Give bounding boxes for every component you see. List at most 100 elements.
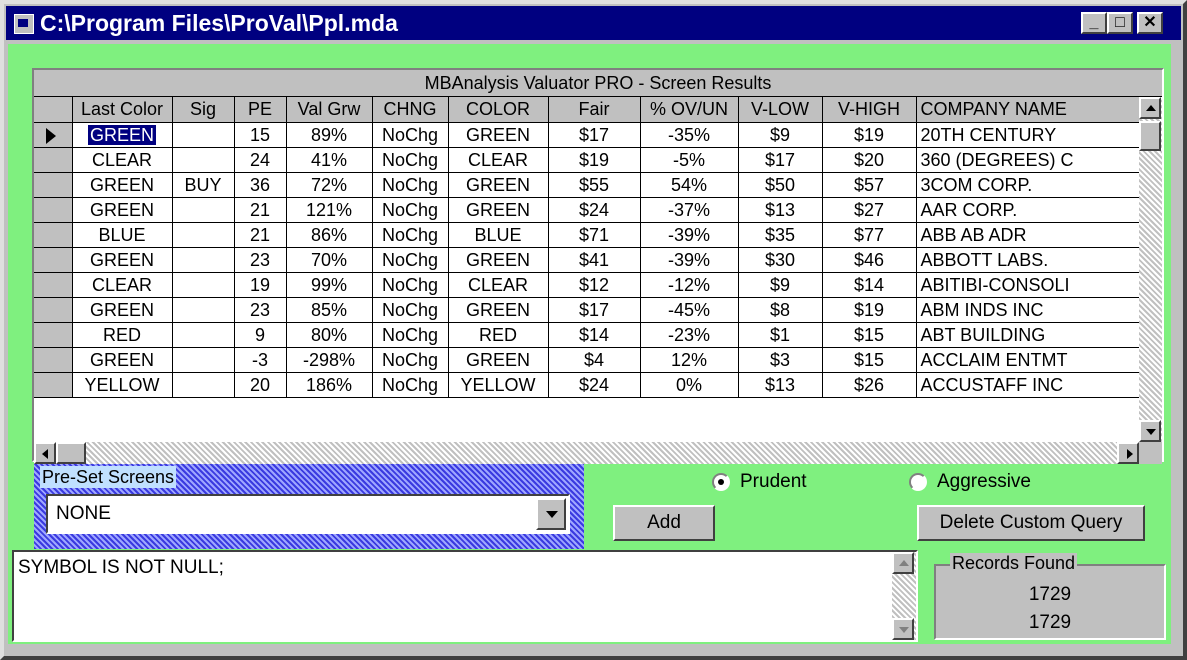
table-cell[interactable]: $71 — [548, 222, 641, 248]
table-cell[interactable] — [172, 247, 235, 273]
table-cell[interactable] — [172, 197, 235, 223]
table-cell[interactable]: GREEN — [72, 247, 173, 273]
add-button[interactable]: Add — [613, 505, 715, 541]
table-cell[interactable]: GREEN — [448, 347, 549, 373]
table-cell[interactable]: GREEN — [448, 297, 549, 323]
column-header[interactable]: Val Grw — [286, 97, 373, 123]
table-cell[interactable]: $4 — [548, 347, 641, 373]
table-cell[interactable]: 99% — [286, 272, 373, 298]
prudent-radio[interactable] — [712, 473, 730, 491]
table-cell[interactable]: 186% — [286, 372, 373, 398]
table-cell[interactable]: $19 — [548, 147, 641, 173]
table-cell[interactable]: GREEN — [448, 172, 549, 198]
table-row[interactable]: GREEN BUY 36 72% NoChg GREEN $55 54% $50 $57 3COM … — [34, 171, 1140, 198]
table-cell[interactable]: -5% — [640, 147, 739, 173]
delete-custom-query-button[interactable]: Delete Custom Query — [917, 505, 1145, 541]
title-bar[interactable]: C:\Program Files\ProVal\Ppl.mda _ □ ✕ — [6, 6, 1181, 40]
table-cell[interactable]: $24 — [548, 372, 641, 398]
table-cell[interactable]: -39% — [640, 247, 739, 273]
table-cell[interactable]: NoChg — [372, 147, 449, 173]
table-cell[interactable]: $20 — [822, 147, 917, 173]
table-cell[interactable]: ABM INDS INC — [916, 297, 1140, 323]
table-row[interactable]: GREEN -3 -298% NoChg GREEN $4 12% $3 $15 ACCLAIM … — [34, 346, 1140, 373]
table-cell[interactable]: GREEN — [448, 247, 549, 273]
table-cell[interactable]: 41% — [286, 147, 373, 173]
table-cell[interactable]: $15 — [822, 347, 917, 373]
table-cell[interactable]: NoChg — [372, 322, 449, 348]
table-cell[interactable]: GREEN — [72, 122, 173, 148]
table-cell[interactable]: 20TH CENTURY — [916, 122, 1140, 148]
table-cell[interactable]: NoChg — [372, 197, 449, 223]
table-cell[interactable]: $27 — [822, 197, 917, 223]
column-header[interactable]: PE — [234, 97, 287, 123]
table-cell[interactable]: 23 — [234, 297, 287, 323]
table-cell[interactable]: YELLOW — [448, 372, 549, 398]
table-cell[interactable] — [172, 147, 235, 173]
table-cell[interactable]: $1 — [738, 322, 823, 348]
scroll-left-button[interactable] — [34, 442, 56, 464]
table-cell[interactable]: GREEN — [72, 197, 173, 223]
table-cell[interactable]: -3 — [234, 347, 287, 373]
table-cell[interactable]: $26 — [822, 372, 917, 398]
table-cell[interactable]: 19 — [234, 272, 287, 298]
table-cell[interactable]: 80% — [286, 322, 373, 348]
table-cell[interactable]: ACCLAIM ENTMT — [916, 347, 1140, 373]
table-cell[interactable]: $17 — [548, 122, 641, 148]
table-row[interactable]: CLEAR 24 41% NoChg CLEAR $19 -5% $17 $20 360 (DEG… — [34, 146, 1140, 173]
table-cell[interactable]: 360 (DEGREES) C — [916, 147, 1140, 173]
table-cell[interactable]: -37% — [640, 197, 739, 223]
table-cell[interactable]: -39% — [640, 222, 739, 248]
table-cell[interactable] — [172, 222, 235, 248]
table-cell[interactable]: ABT BUILDING — [916, 322, 1140, 348]
scroll-down-button[interactable] — [1139, 420, 1161, 442]
table-cell[interactable] — [172, 122, 235, 148]
column-header[interactable]: Fair — [548, 97, 641, 123]
table-cell[interactable]: $19 — [822, 297, 917, 323]
table-cell[interactable]: -12% — [640, 272, 739, 298]
table-cell[interactable] — [172, 347, 235, 373]
table-cell[interactable]: 23 — [234, 247, 287, 273]
table-cell[interactable]: $57 — [822, 172, 917, 198]
column-header[interactable]: CHNG — [372, 97, 449, 123]
table-cell[interactable]: $14 — [548, 322, 641, 348]
presets-dropdown[interactable]: NONE — [46, 494, 570, 534]
row-selector[interactable] — [34, 296, 73, 323]
table-cell[interactable]: $41 — [548, 247, 641, 273]
table-cell[interactable]: $8 — [738, 297, 823, 323]
table-cell[interactable]: ABB AB ADR — [916, 222, 1140, 248]
table-cell[interactable]: NoChg — [372, 222, 449, 248]
grid-vertical-scrollbar[interactable] — [1139, 97, 1162, 442]
table-cell[interactable] — [172, 272, 235, 298]
scroll-up-button[interactable] — [1139, 97, 1161, 119]
table-cell[interactable]: $9 — [738, 122, 823, 148]
table-cell[interactable]: $3 — [738, 347, 823, 373]
column-header[interactable]: COLOR — [448, 97, 549, 123]
row-selector[interactable] — [34, 146, 73, 173]
table-row[interactable]: GREEN 23 70% NoChg GREEN $41 -39% $30 $46 ABBOTT … — [34, 246, 1140, 273]
table-cell[interactable]: $35 — [738, 222, 823, 248]
table-cell[interactable]: $12 — [548, 272, 641, 298]
row-selector[interactable] — [34, 271, 73, 298]
query-textarea[interactable]: SYMBOL IS NOT NULL; — [12, 550, 918, 642]
scroll-right-button[interactable] — [1117, 442, 1139, 464]
table-cell[interactable]: GREEN — [72, 297, 173, 323]
table-cell[interactable]: NoChg — [372, 247, 449, 273]
row-selector[interactable] — [34, 371, 73, 398]
scroll-h-thumb[interactable] — [56, 442, 86, 464]
table-cell[interactable]: 12% — [640, 347, 739, 373]
table-cell[interactable] — [172, 322, 235, 348]
table-row[interactable]: GREEN 21 121% NoChg GREEN $24 -37% $13 $27 AAR CO… — [34, 196, 1140, 223]
table-cell[interactable]: BLUE — [72, 222, 173, 248]
dropdown-button[interactable] — [536, 498, 566, 530]
table-cell[interactable]: NoChg — [372, 347, 449, 373]
table-cell[interactable]: $19 — [822, 122, 917, 148]
table-cell[interactable]: $17 — [548, 297, 641, 323]
column-header[interactable]: V-LOW — [738, 97, 823, 123]
table-cell[interactable]: 70% — [286, 247, 373, 273]
table-row[interactable]: RED 9 80% NoChg RED $14 -23% $1 $15 ABT BUILDING — [34, 321, 1140, 348]
table-cell[interactable]: $13 — [738, 197, 823, 223]
table-cell[interactable]: 21 — [234, 197, 287, 223]
row-selector[interactable] — [34, 246, 73, 273]
table-cell[interactable]: $14 — [822, 272, 917, 298]
table-row[interactable]: YELLOW 20 186% NoChg YELLOW $24 0% $13 $26 ACCUST… — [34, 371, 1140, 398]
